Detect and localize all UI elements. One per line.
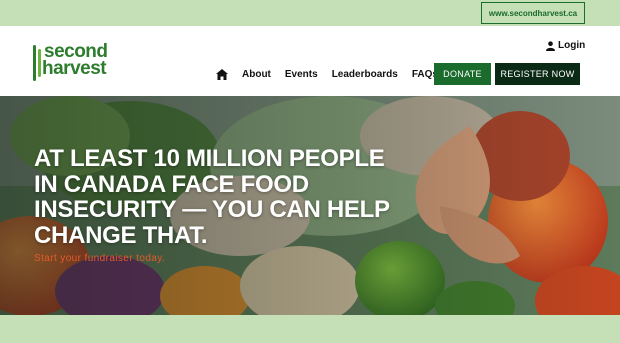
logo[interactable]: second harvest [32, 42, 118, 83]
site-header: second harvest Login About Events Leader… [0, 26, 620, 96]
login-link[interactable]: Login [546, 40, 585, 51]
nav-events[interactable]: Events [285, 69, 318, 80]
bottom-band [0, 315, 620, 343]
hero-subtitle: Start your fundraiser today. [34, 253, 166, 264]
hero-banner: AT LEAST 10 MILLION PEOPLE IN CANADA FAC… [0, 96, 620, 315]
user-icon [546, 40, 555, 51]
website-link[interactable]: www.secondharvest.ca [481, 2, 585, 24]
nav-about[interactable]: About [242, 69, 271, 80]
logo-text-harvest: harvest [42, 58, 107, 79]
donate-button[interactable]: DONATE [434, 63, 491, 85]
top-bar: www.secondharvest.ca [0, 0, 620, 26]
home-icon[interactable] [216, 67, 230, 81]
nav-leaderboards[interactable]: Leaderboards [332, 69, 398, 80]
login-label: Login [558, 40, 586, 51]
main-nav: About Events Leaderboards FAQs [216, 63, 452, 85]
register-now-button[interactable]: REGISTER NOW [495, 63, 580, 85]
hero-title: AT LEAST 10 MILLION PEOPLE IN CANADA FAC… [34, 145, 390, 249]
